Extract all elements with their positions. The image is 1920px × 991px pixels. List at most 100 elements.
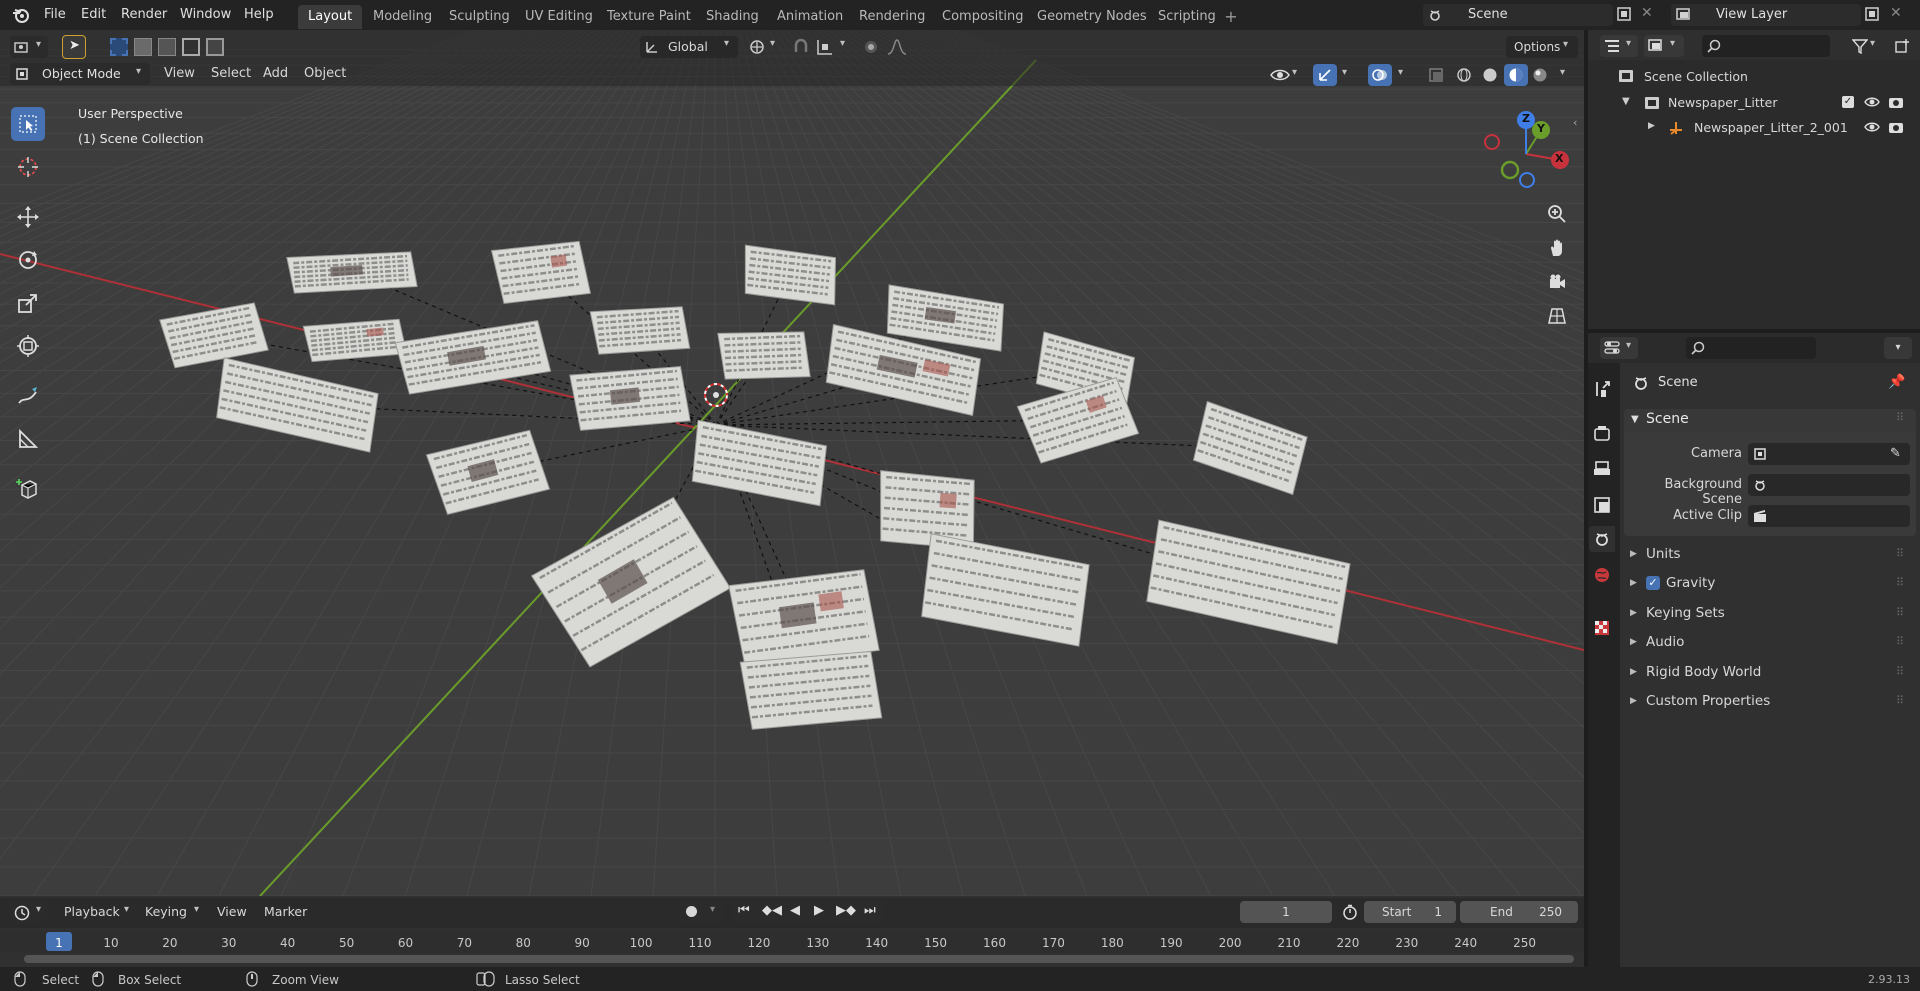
annotate-tool[interactable] xyxy=(11,379,45,413)
keying-sets-section[interactable]: ▶ Keying Sets ⠿ xyxy=(1620,601,1920,625)
drag-handle-icon[interactable]: ⠿ xyxy=(1896,630,1904,654)
gravity-checkbox[interactable]: ✓ xyxy=(1646,576,1660,590)
menu-render[interactable]: Render xyxy=(115,5,173,25)
copy-view-layer-icon[interactable] xyxy=(1864,6,1880,22)
cursor-tool[interactable] xyxy=(11,150,45,184)
active-clip-field[interactable] xyxy=(1748,505,1910,527)
timeline-menu-keying[interactable]: Keying xyxy=(145,901,187,923)
delete-view-layer-icon[interactable]: ✕ xyxy=(1890,5,1902,21)
outliner-collection-row[interactable]: Newspaper_Litter xyxy=(1668,91,1777,115)
delete-scene-icon[interactable]: ✕ xyxy=(1641,5,1653,21)
pin-icon[interactable]: 📌 xyxy=(1888,374,1905,390)
scale-tool[interactable] xyxy=(11,286,45,320)
snap-target-icon[interactable] xyxy=(816,38,836,56)
newspaper-sheet[interactable] xyxy=(211,357,382,453)
outliner-scene-collection[interactable]: Scene Collection xyxy=(1644,65,1748,89)
viewport-menu-object[interactable]: Object xyxy=(304,63,346,85)
select-mode-invert-icon[interactable] xyxy=(182,38,200,56)
newspaper-sheet[interactable] xyxy=(302,316,408,364)
drag-handle-icon[interactable]: ⠿ xyxy=(1896,542,1904,566)
start-frame-field[interactable]: Start 1 xyxy=(1364,901,1456,923)
newspaper-sheet[interactable] xyxy=(569,363,691,433)
eyedropper-icon[interactable]: ✎ xyxy=(1890,446,1901,461)
jump-to-start-icon[interactable]: ⏮ xyxy=(738,903,750,918)
select-mode-subtract-icon[interactable] xyxy=(158,38,176,56)
expand-collection-icon[interactable]: ▼ xyxy=(1622,96,1630,107)
timeline-menu-view[interactable]: View xyxy=(217,901,247,923)
current-frame-field[interactable]: 1 xyxy=(1240,901,1332,923)
pan-view-icon[interactable] xyxy=(1543,234,1571,262)
outliner-object-row[interactable]: Newspaper_Litter_2_001 xyxy=(1694,116,1848,140)
new-collection-icon[interactable] xyxy=(1894,38,1910,54)
jump-to-keyframe-next-icon[interactable]: ▶◆ xyxy=(836,903,856,918)
select-mode-intersect-icon[interactable] xyxy=(206,38,224,56)
newspaper-sheet[interactable] xyxy=(740,244,840,306)
collection-include-checkbox[interactable]: ✓ xyxy=(1842,96,1854,108)
render-tab-icon[interactable] xyxy=(1589,420,1615,446)
timeline-scrollbar[interactable] xyxy=(24,955,1574,963)
output-tab-icon[interactable] xyxy=(1589,456,1615,482)
camera-view-icon[interactable] xyxy=(1543,268,1571,296)
tab-layout[interactable]: Layout xyxy=(298,5,363,29)
properties-search-input[interactable] xyxy=(1686,337,1816,359)
menu-help[interactable]: Help xyxy=(238,5,280,25)
expand-object-icon[interactable]: ▶ xyxy=(1648,121,1655,131)
select-box-tool[interactable] xyxy=(11,107,45,141)
drag-handle-icon[interactable]: ⠿ xyxy=(1896,689,1904,713)
zoom-view-icon[interactable] xyxy=(1543,200,1571,228)
texture-tab-icon[interactable] xyxy=(1589,615,1615,641)
properties-options-button[interactable]: ▾ xyxy=(1884,337,1912,359)
view-layer-tab-icon[interactable] xyxy=(1589,492,1615,518)
newspaper-sheet[interactable] xyxy=(687,419,831,507)
camera-render-icon[interactable] xyxy=(1888,120,1904,134)
auto-keying-button[interactable] xyxy=(678,901,724,923)
background-scene-field[interactable] xyxy=(1748,474,1910,496)
tab-animation[interactable]: Animation xyxy=(767,5,853,29)
newspaper-sheet[interactable] xyxy=(916,533,1093,647)
newspaper-sheet[interactable] xyxy=(159,299,269,371)
tool-tab-icon[interactable] xyxy=(1589,376,1615,402)
tab-compositing[interactable]: Compositing xyxy=(932,5,1034,29)
perspective-toggle-icon[interactable] xyxy=(1543,302,1571,330)
drag-handle-icon[interactable]: ⠿ xyxy=(1896,601,1904,625)
jump-to-keyframe-prev-icon[interactable]: ◆◀ xyxy=(762,903,782,918)
measure-tool[interactable] xyxy=(11,422,45,456)
proportional-editing-icon[interactable] xyxy=(862,38,880,56)
scene-selector[interactable] xyxy=(1423,4,1613,26)
timeline-menu-marker[interactable]: Marker xyxy=(264,901,307,923)
camera-render-icon[interactable] xyxy=(1888,95,1904,109)
menu-window[interactable]: Window xyxy=(174,5,237,25)
wireframe-shading-icon[interactable] xyxy=(1456,67,1472,83)
jump-to-end-icon[interactable]: ⏭ xyxy=(864,903,876,918)
newspaper-sheet[interactable] xyxy=(739,648,883,732)
filter-icon[interactable] xyxy=(1852,38,1868,54)
newspaper-sheet[interactable] xyxy=(717,329,811,382)
rigid-body-world-section[interactable]: ▶ Rigid Body World ⠿ xyxy=(1620,660,1920,684)
newspaper-sheet[interactable] xyxy=(1141,519,1354,645)
select-mode-extend-icon[interactable] xyxy=(134,38,152,56)
drag-handle-icon[interactable]: ⠿ xyxy=(1896,411,1904,424)
scene-tab-icon[interactable] xyxy=(1589,526,1615,552)
viewport-menu-add[interactable]: Add xyxy=(263,63,288,85)
eye-icon[interactable] xyxy=(1864,121,1880,133)
tab-sculpting[interactable]: Sculpting xyxy=(439,5,520,29)
camera-field[interactable] xyxy=(1748,443,1910,465)
menu-edit[interactable]: Edit xyxy=(75,5,112,25)
tab-uv-editing[interactable]: UV Editing xyxy=(515,5,603,29)
drag-handle-icon[interactable]: ⠿ xyxy=(1896,660,1904,684)
viewport-menu-view[interactable]: View xyxy=(164,63,195,85)
drag-handle-icon[interactable]: ⠿ xyxy=(1896,571,1904,595)
end-frame-field[interactable]: End 250 xyxy=(1460,901,1578,923)
solid-shading-icon[interactable] xyxy=(1482,67,1498,83)
audio-section[interactable]: ▶ Audio ⠿ xyxy=(1620,630,1920,654)
visibility-icon[interactable] xyxy=(1270,67,1290,83)
newspaper-sheet[interactable] xyxy=(530,493,732,671)
collapse-sidebar-icon[interactable]: ‹ xyxy=(1573,116,1577,129)
custom-properties-section[interactable]: ▶ Custom Properties ⠿ xyxy=(1620,689,1920,713)
rendered-shading-icon[interactable] xyxy=(1532,67,1548,83)
transform-tool[interactable] xyxy=(11,329,45,363)
tab-rendering[interactable]: Rendering xyxy=(849,5,935,29)
newspaper-sheet[interactable] xyxy=(425,426,551,517)
outliner-search-input[interactable] xyxy=(1702,35,1830,57)
viewport-3d[interactable] xyxy=(0,30,1584,896)
